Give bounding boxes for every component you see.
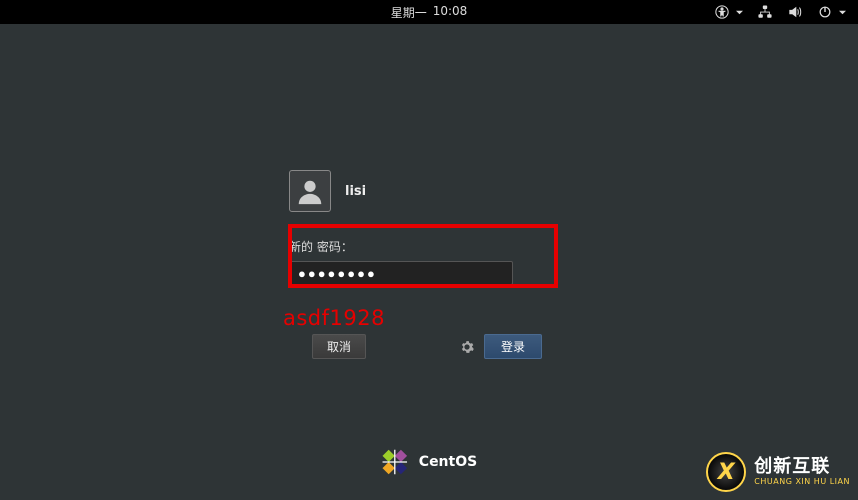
user-row: lisi bbox=[289, 170, 569, 212]
username-label: lisi bbox=[345, 184, 366, 199]
password-label: 新的 密码： bbox=[289, 238, 569, 255]
volume-icon[interactable] bbox=[787, 4, 803, 20]
avatar bbox=[289, 170, 331, 212]
topbar-time: 10:08 bbox=[433, 4, 468, 21]
cancel-button[interactable]: 取消 bbox=[312, 334, 366, 359]
footer-brand: CentOS bbox=[381, 448, 477, 476]
accessibility-icon[interactable] bbox=[714, 4, 730, 20]
watermark: X 创新互联 CHUANG XIN HU LIAN bbox=[706, 452, 850, 492]
watermark-main-text: 创新互联 bbox=[754, 458, 850, 476]
topbar-day: 星期一 bbox=[391, 4, 427, 21]
chevron-down-icon bbox=[736, 9, 743, 16]
button-row: 取消 登录 bbox=[312, 334, 542, 359]
watermark-sub-text: CHUANG XIN HU LIAN bbox=[754, 478, 850, 486]
gear-icon[interactable] bbox=[460, 340, 474, 354]
login-button[interactable]: 登录 bbox=[484, 334, 542, 359]
footer-brand-text: CentOS bbox=[419, 454, 477, 470]
login-panel: lisi 新的 密码： bbox=[289, 170, 569, 285]
annotation-text: asdf1928 bbox=[283, 306, 385, 330]
network-icon[interactable] bbox=[757, 4, 773, 20]
watermark-icon: X bbox=[706, 452, 746, 492]
power-icon[interactable] bbox=[817, 4, 833, 20]
chevron-down-icon bbox=[839, 9, 846, 16]
password-input[interactable] bbox=[289, 261, 513, 285]
top-bar: 星期一 10:08 bbox=[0, 0, 858, 24]
centos-logo-icon bbox=[381, 448, 409, 476]
